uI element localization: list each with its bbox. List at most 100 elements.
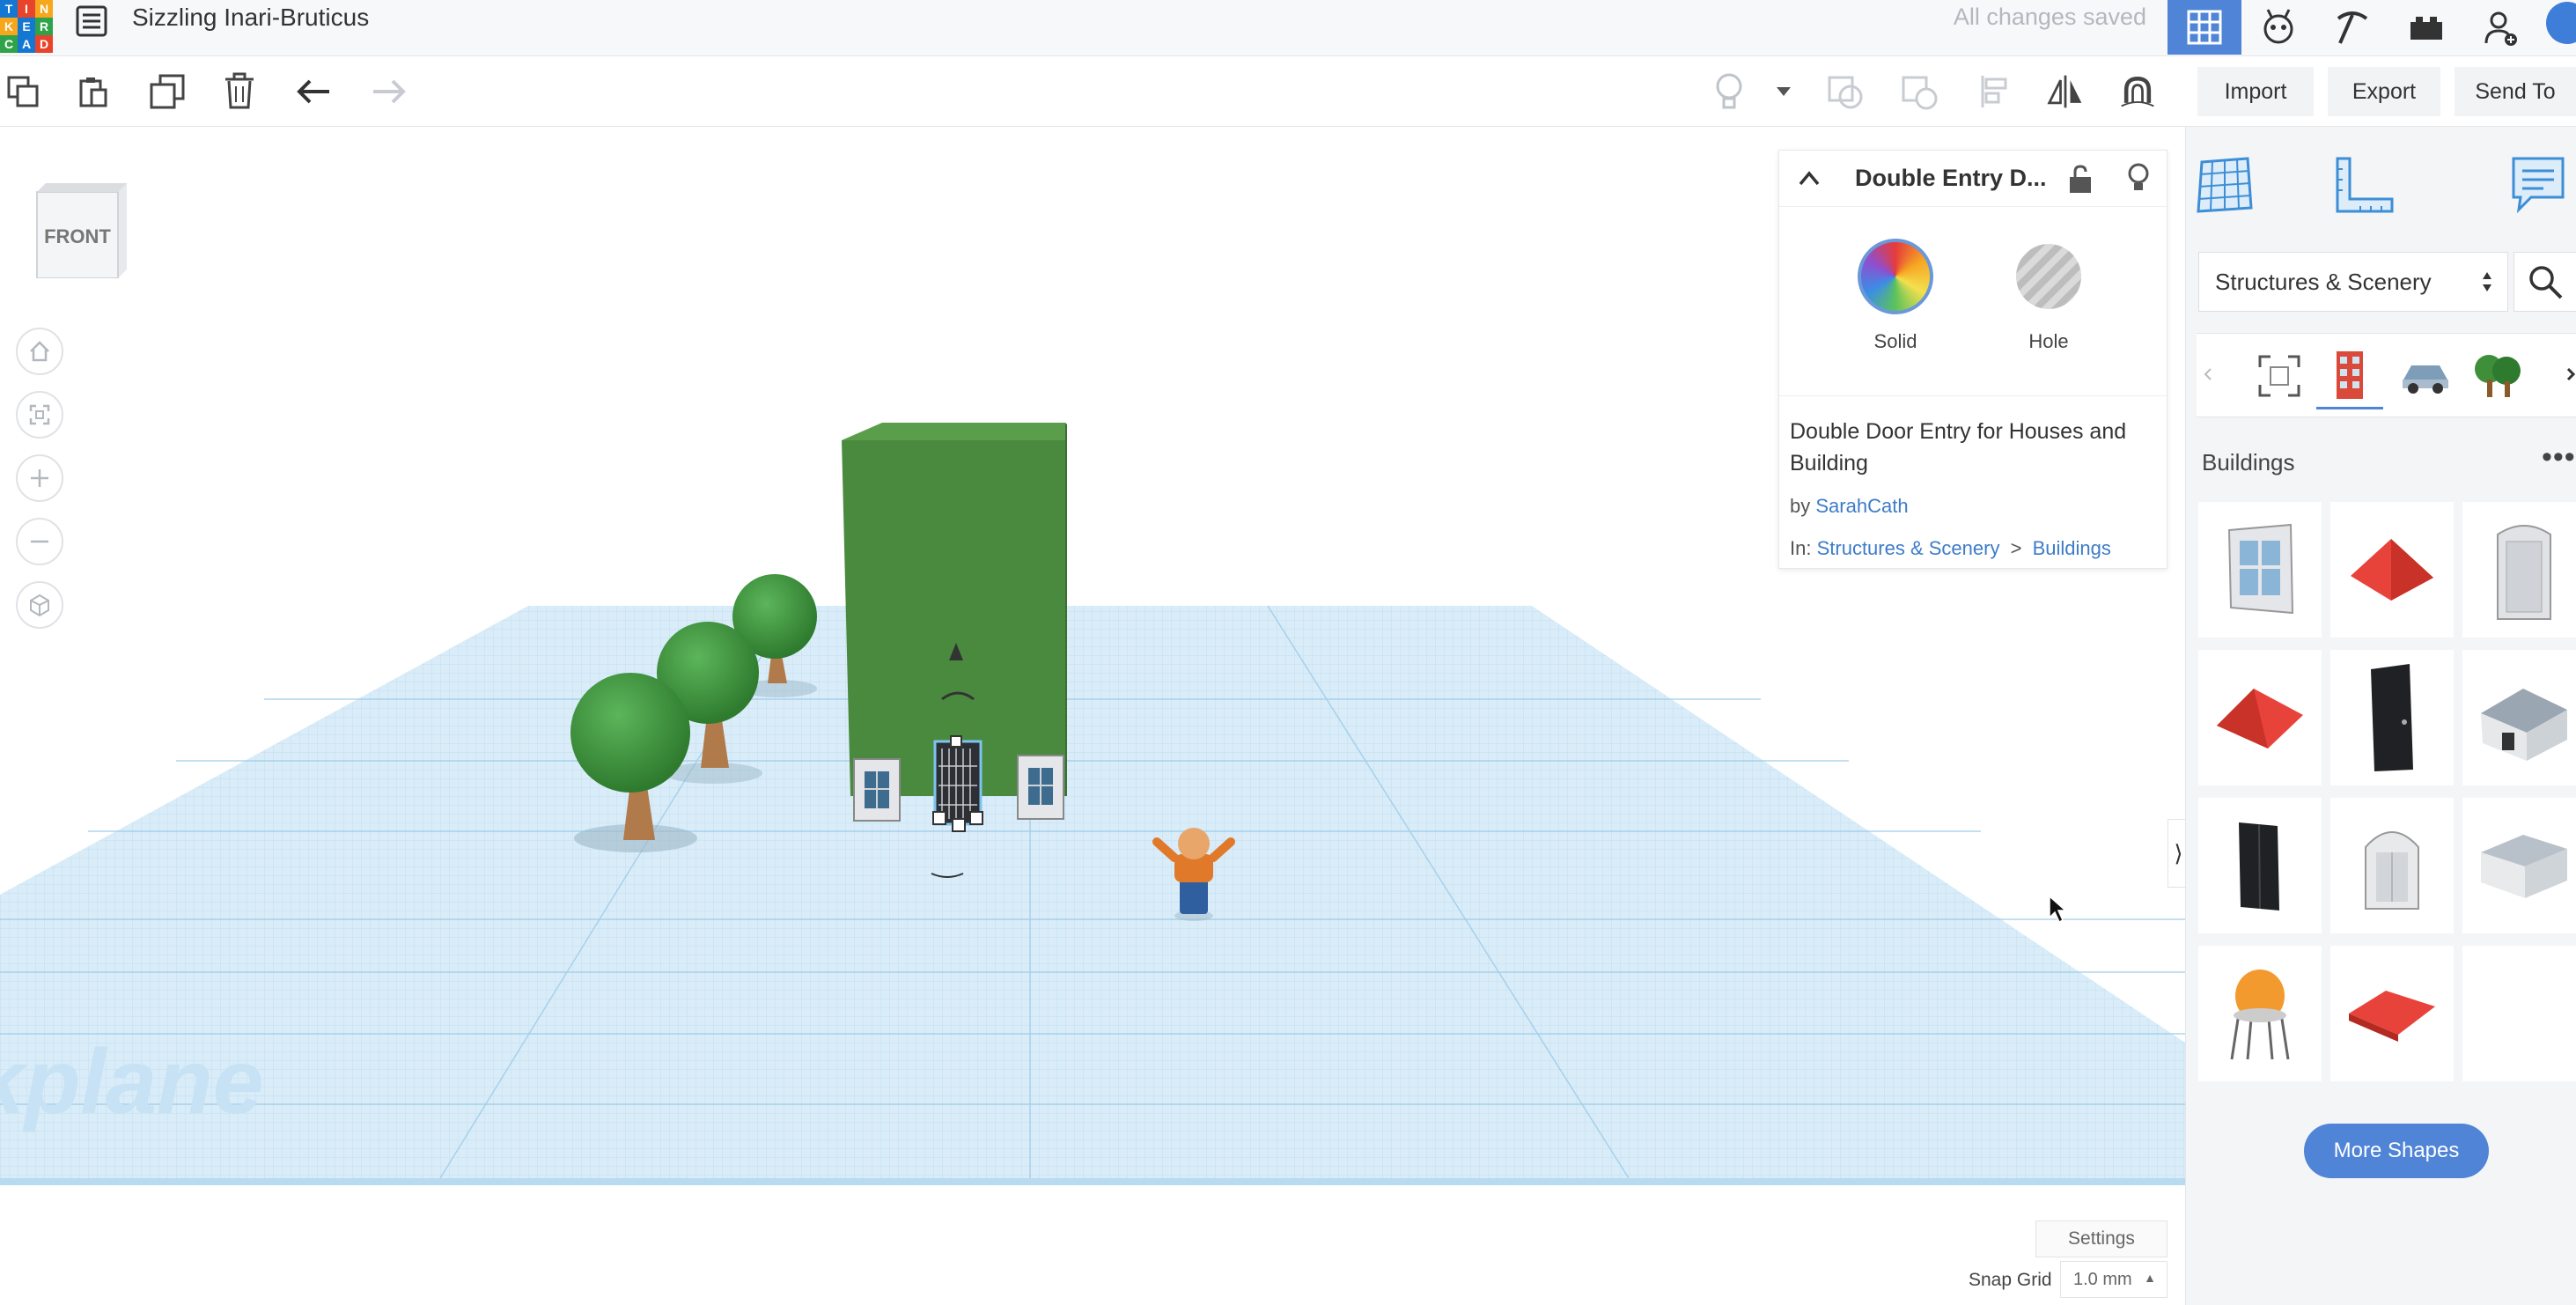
grid-view-icon[interactable] [2168,0,2241,55]
hole-option[interactable]: Hole [1996,239,2101,353]
arched-window-shape-thumb[interactable] [2330,798,2454,933]
project-title[interactable]: Sizzling Inari-Bruticus [132,4,369,32]
more-shapes-button[interactable]: More Shapes [2304,1124,2489,1178]
align-icon[interactable] [1976,72,2014,111]
tinkercad-app: T I N K E R C A D Sizzling Inari-Bruticu… [0,0,2576,1305]
workplane-grid-icon[interactable] [2190,150,2260,220]
settings-button[interactable]: Settings [2035,1220,2168,1257]
snap-grid-label: Snap Grid [1969,1270,2052,1290]
snap-grid-value: 1.0 mm [2073,1269,2132,1289]
ungroup-icon[interactable] [1900,72,1939,111]
save-status: All changes saved [1953,4,2146,30]
red-flat-roof-shape-thumb[interactable] [2330,946,2454,1081]
zoom-out-icon[interactable] [16,518,63,565]
edit-toolbar [0,56,2185,127]
profile-avatar-icon[interactable] [2537,0,2576,55]
snap-grid-select[interactable]: 1.0 mm ▲ [2060,1261,2168,1298]
shape-description: Double Door Entry for Houses and Buildin… [1790,419,2127,476]
zoom-in-icon[interactable] [16,454,63,502]
mirror-icon[interactable] [2046,72,2085,111]
shape-info: Double Door Entry for Houses and Buildin… [1779,395,2167,560]
small-house-shape-thumb[interactable] [2462,650,2576,785]
import-button[interactable]: Import [2197,67,2314,116]
solid-label: Solid [1873,330,1917,352]
user-add-icon[interactable] [2463,0,2537,55]
arched-door-frame-shape-thumb[interactable] [2462,502,2576,638]
mouse-cursor-icon [2049,895,2067,924]
duplicate-icon[interactable] [148,72,187,111]
perspective-icon[interactable] [16,581,63,629]
hole-label: Hole [2028,330,2069,352]
shape-author-line: by SarahCath [1790,495,1909,517]
design-list-icon[interactable] [74,4,109,39]
lock-icon[interactable] [2066,163,2094,199]
shape-inspector: Double Entry D... Solid Hole Double Door… [1778,150,2168,569]
light-bulb-icon[interactable] [2124,161,2153,199]
category-link[interactable]: Structures & Scenery [1817,537,2000,559]
collapse-panel-tab[interactable]: ⟩ [2168,819,2185,888]
hole-striped-icon [2016,244,2081,309]
category-select-value: Structures & Scenery [2215,268,2432,295]
tinkercad-logo[interactable]: T I N K E R C A D [0,0,55,53]
top-nav-icons [2168,0,2576,55]
group-icon[interactable] [1826,72,1865,111]
black-double-door-shape-thumb[interactable] [2198,798,2322,933]
dropdown-arrow-icon[interactable] [1766,72,1801,111]
solid-option[interactable]: Solid [1843,239,1948,353]
pickaxe-icon[interactable] [2315,0,2389,55]
paste-icon[interactable] [74,72,113,111]
select-updown-icon [2481,267,2493,303]
copy-icon[interactable] [4,72,42,111]
top-bar: T I N K E R C A D Sizzling Inari-Bruticu… [0,0,2576,56]
window-shape[interactable] [1017,755,1064,820]
window-shape[interactable] [853,758,901,822]
category-tabs [2197,333,2576,417]
double-entry-door-shape[interactable] [932,735,983,832]
rainbow-solid-icon [1858,239,1933,314]
inspector-header: Double Entry D... [1779,151,2167,207]
search-icon[interactable] [2513,252,2576,312]
view-cube-face: FRONT [44,225,111,247]
delete-icon[interactable] [220,72,259,111]
window-shape-thumb[interactable] [2198,502,2322,638]
notes-icon[interactable] [2503,150,2573,220]
view-cube[interactable]: FRONT [33,180,130,279]
chevron-left-icon[interactable] [2202,365,2214,387]
tab-nature[interactable] [2464,343,2531,409]
workplane-watermark: kplane [0,1031,263,1133]
cruise-magnet-icon[interactable] [2118,72,2157,111]
undo-icon[interactable] [296,72,335,111]
chevron-up-icon[interactable] [1792,163,1827,195]
inspector-title: Double Entry D... [1855,165,2047,191]
chevron-right-icon: ⟩ [2174,839,2183,866]
export-button[interactable]: Export [2328,67,2440,116]
red-roof-shape-thumb[interactable] [2330,502,2454,638]
gray-building-shape-thumb[interactable] [2462,798,2576,933]
subcategory-link[interactable]: Buildings [2033,537,2111,559]
red-gable-roof-shape-thumb[interactable] [2198,650,2322,785]
ruler-icon[interactable] [2329,150,2399,220]
tab-vehicles[interactable] [2392,343,2459,409]
light-bulb-icon[interactable] [1710,72,1748,111]
section-title: Buildings [2202,449,2295,476]
shape-category-line: In: Structures & Scenery > Buildings [1790,537,2111,559]
panel-tools [2186,127,2576,241]
black-door-shape-thumb[interactable] [2330,650,2454,785]
tab-all[interactable] [2246,343,2313,409]
send-to-button[interactable]: Send To [2455,67,2576,116]
section-more-icon[interactable]: ••• [2542,440,2576,475]
tinkercad-3d-icon[interactable] [2241,0,2315,55]
water-tower-shape-thumb[interactable] [2198,946,2322,1081]
category-select[interactable]: Structures & Scenery [2198,252,2508,312]
author-link[interactable]: SarahCath [1815,495,1908,517]
tab-buildings[interactable] [2316,343,2383,409]
redo-icon[interactable] [368,72,407,111]
home-view-icon[interactable] [16,328,63,375]
action-bar: Import Export Send To [2185,56,2576,127]
empty-shape-slot [2462,946,2576,1081]
caret-up-icon: ▲ [2144,1271,2156,1285]
fit-all-icon[interactable] [16,391,63,439]
bricks-icon[interactable] [2389,0,2463,55]
chevron-right-icon[interactable] [2566,365,2576,387]
shapes-panel: Structures & Scenery Buildings ••• More … [2185,127,2576,1305]
